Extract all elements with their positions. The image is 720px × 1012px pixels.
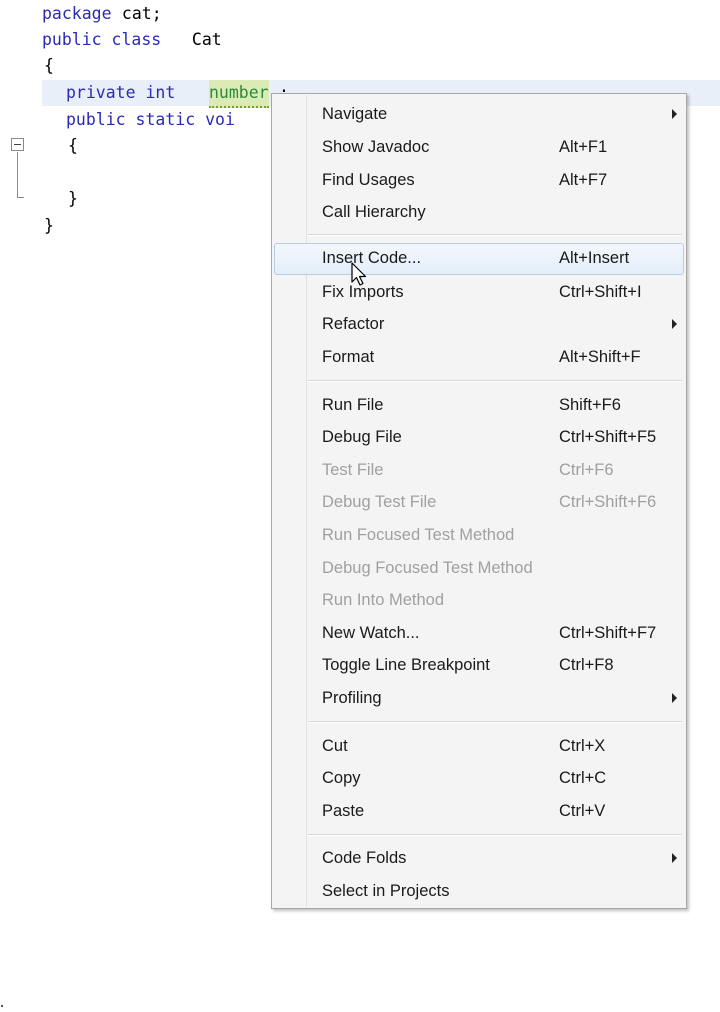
menu-item-run-into-method: Run Into Method [274, 585, 684, 615]
menu-item-new-watch[interactable]: New Watch... Ctrl+Shift+F7 [274, 618, 684, 648]
menu-item-fix-imports[interactable]: Fix Imports Ctrl+Shift+I [274, 277, 684, 307]
code-text: } [68, 189, 78, 208]
code-keyword: private int [66, 83, 176, 102]
menu-item-shortcut: Ctrl+Shift+I [559, 283, 642, 301]
menu-item-label: Refactor [322, 315, 385, 333]
menu-separator [308, 834, 682, 836]
menu-item-shortcut: Alt+F1 [559, 138, 608, 156]
menu-item-shortcut: Ctrl+C [559, 769, 607, 787]
menu-item-shortcut: Alt+Shift+F [559, 348, 641, 366]
menu-item-run-focused-test-method: Run Focused Test Method [274, 520, 684, 550]
code-keyword: public static voi [66, 110, 235, 129]
menu-item-label: Select in Projects [322, 882, 450, 900]
menu-separator [308, 234, 682, 236]
menu-item-run-file[interactable]: Run File Shift+F6 [274, 390, 684, 420]
code-line-1[interactable]: package cat; [0, 1, 720, 27]
submenu-arrow-icon [672, 853, 677, 863]
menu-item-call-hierarchy[interactable]: Call Hierarchy [274, 197, 684, 227]
menu-item-label: Format [322, 348, 375, 366]
menu-item-label: Test File [322, 461, 384, 479]
code-keyword: package [42, 4, 112, 23]
menu-item-shortcut: Ctrl+Shift+F5 [559, 428, 657, 446]
field-name-highlight[interactable]: number [209, 80, 269, 108]
menu-item-label: Navigate [322, 105, 388, 123]
submenu-arrow-icon [672, 693, 677, 703]
code-text: cat; [112, 4, 162, 23]
submenu-arrow-icon [672, 319, 677, 329]
menu-item-select-in-projects[interactable]: Select in Projects [274, 876, 684, 906]
context-menu[interactable]: Navigate Show Javadoc Alt+F1 Find Usages… [271, 93, 687, 909]
menu-item-label: Run File [322, 396, 384, 414]
code-text: { [44, 56, 54, 75]
menu-item-label: Cut [322, 737, 348, 755]
menu-item-show-javadoc[interactable]: Show Javadoc Alt+F1 [274, 132, 684, 162]
menu-item-profiling[interactable]: Profiling [274, 683, 684, 713]
code-text: { [68, 136, 78, 155]
menu-item-label: Debug Focused Test Method [322, 559, 533, 577]
fold-guide-end [17, 197, 24, 198]
menu-item-insert-code[interactable]: Insert Code... Alt+Insert [274, 243, 684, 275]
menu-item-label: Code Folds [322, 849, 407, 867]
menu-item-shortcut: Shift+F6 [559, 396, 621, 414]
menu-separator [308, 380, 682, 382]
code-text: } [44, 216, 54, 235]
menu-item-navigate[interactable]: Navigate [274, 99, 684, 129]
menu-item-label: Show Javadoc [322, 138, 430, 156]
mouse-pointer-icon [351, 262, 367, 286]
menu-item-toggle-line-breakpoint[interactable]: Toggle Line Breakpoint Ctrl+F8 [274, 650, 684, 680]
menu-item-debug-test-file: Debug Test File Ctrl+Shift+F6 [274, 487, 684, 517]
menu-item-cut[interactable]: Cut Ctrl+X [274, 731, 684, 761]
fold-guide-line [17, 152, 18, 198]
menu-item-label: Paste [322, 802, 365, 820]
menu-item-label: Copy [322, 769, 361, 787]
menu-item-shortcut: Ctrl+F8 [559, 656, 614, 674]
menu-item-shortcut: Ctrl+V [559, 802, 606, 820]
menu-separator [308, 721, 682, 723]
code-line-2[interactable]: public class Cat [0, 27, 720, 53]
menu-item-format[interactable]: Format Alt+Shift+F [274, 342, 684, 372]
menu-item-find-usages[interactable]: Find Usages Alt+F7 [274, 165, 684, 195]
menu-item-label: Profiling [322, 689, 382, 707]
code-text: Cat [182, 30, 222, 49]
menu-item-test-file: Test File Ctrl+F6 [274, 455, 684, 485]
menu-item-shortcut: Ctrl+F6 [559, 461, 614, 479]
menu-item-label: Call Hierarchy [322, 203, 426, 221]
menu-item-label: New Watch... [322, 624, 420, 642]
menu-item-code-folds[interactable]: Code Folds [274, 843, 684, 873]
menu-item-label: Run Focused Test Method [322, 526, 515, 544]
menu-item-paste[interactable]: Paste Ctrl+V [274, 796, 684, 826]
menu-item-copy[interactable]: Copy Ctrl+C [274, 763, 684, 793]
menu-item-label: Debug Test File [322, 493, 437, 511]
menu-item-label: Find Usages [322, 171, 415, 189]
menu-item-debug-focused-test-method: Debug Focused Test Method [274, 553, 684, 583]
menu-item-label: Debug File [322, 428, 402, 446]
menu-item-shortcut: Ctrl+Shift+F6 [559, 493, 657, 511]
menu-item-debug-file[interactable]: Debug File Ctrl+Shift+F5 [274, 422, 684, 452]
submenu-arrow-icon [672, 109, 677, 119]
menu-item-label: Run Into Method [322, 591, 444, 609]
menu-item-label: Insert Code... [322, 249, 422, 267]
menu-item-shortcut: Alt+Insert [559, 249, 630, 267]
menu-item-refactor[interactable]: Refactor [274, 309, 684, 339]
menu-item-shortcut: Alt+F7 [559, 171, 608, 189]
editor-mark [1, 1005, 3, 1007]
menu-item-shortcut: Ctrl+X [559, 737, 606, 755]
menu-item-label: Toggle Line Breakpoint [322, 656, 490, 674]
menu-item-shortcut: Ctrl+Shift+F7 [559, 624, 657, 642]
code-keyword: public class [42, 30, 162, 49]
fold-collapse-icon[interactable] [11, 138, 24, 151]
code-line-3[interactable]: { [0, 53, 720, 79]
